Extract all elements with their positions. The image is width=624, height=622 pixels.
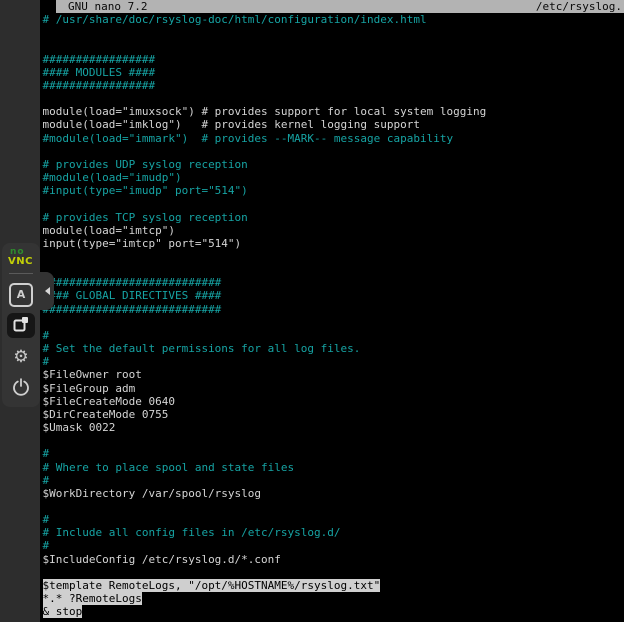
nano-app-title: GNU nano 7.2 <box>68 0 147 13</box>
editor-line: # Set the default permissions for all lo… <box>43 342 624 355</box>
editor-line: *.* ?RemoteLogs <box>43 592 624 605</box>
editor-line: # provides UDP syslog reception <box>43 158 624 171</box>
settings-gear-icon: ⚙ <box>13 349 28 366</box>
editor-line <box>43 500 624 513</box>
editor-line: module(load="imklog") # provides kernel … <box>43 118 624 131</box>
editor-line: # Where to place spool and state files <box>43 461 624 474</box>
editor-line: module(load="imtcp") <box>43 224 624 237</box>
editor-line: #input(type="imudp" port="514") <box>43 184 624 197</box>
power-button[interactable] <box>7 376 35 401</box>
clipboard-icon-letter: A <box>17 289 26 300</box>
fullscreen-button[interactable] <box>7 313 35 338</box>
novnc-control-bar: no VNC A ⚙ <box>2 243 40 407</box>
power-icon <box>11 377 31 400</box>
fullscreen-icon <box>12 315 30 336</box>
nano-file-path: /etc/rsyslog. <box>536 0 622 13</box>
editor-line: $FileCreateMode 0640 <box>43 395 624 408</box>
nano-titlebar: GNU nano 7.2 /etc/rsyslog. <box>56 0 624 13</box>
editor-line: # /usr/share/doc/rsyslog-doc/html/config… <box>43 13 624 26</box>
editor-line: $IncludeConfig /etc/rsyslog.d/*.conf <box>43 553 624 566</box>
editor-line: # provides TCP syslog reception <box>43 211 624 224</box>
editor-line <box>43 434 624 447</box>
editor-line: #### MODULES #### <box>43 66 624 79</box>
editor-line: $Umask 0022 <box>43 421 624 434</box>
collapse-left-icon <box>45 287 50 295</box>
editor-line: & stop <box>43 605 624 618</box>
clipboard-button[interactable]: A <box>7 282 35 307</box>
editor-line: ################# <box>43 79 624 92</box>
editor-line: # <box>43 539 624 552</box>
editor-line: #module(load="imudp") <box>43 171 624 184</box>
clipboard-icon: A <box>9 283 33 307</box>
editor-line: # <box>43 513 624 526</box>
editor-line: $FileOwner root <box>43 368 624 381</box>
editor-line <box>43 316 624 329</box>
novnc-logo-vnc: VNC <box>8 257 34 266</box>
editor-line: #module(load="immark") # provides --MARK… <box>43 132 624 145</box>
editor-content: # /usr/share/doc/rsyslog-doc/html/config… <box>43 13 624 618</box>
settings-button[interactable]: ⚙ <box>7 344 35 369</box>
editor-line: # Include all config files in /etc/rsysl… <box>43 526 624 539</box>
editor-line: module(load="imuxsock") # provides suppo… <box>43 105 624 118</box>
editor-line: # <box>43 329 624 342</box>
editor-line <box>43 40 624 53</box>
editor-line <box>43 197 624 210</box>
editor-line <box>43 250 624 263</box>
editor-line: $DirCreateMode 0755 <box>43 408 624 421</box>
editor-line: ########################### <box>43 303 624 316</box>
control-bar-handle[interactable] <box>40 272 54 310</box>
editor-line: ########################### <box>43 276 624 289</box>
terminal-screen[interactable]: GNU nano 7.2 /etc/rsyslog. # /usr/share/… <box>40 0 624 622</box>
novnc-logo: no VNC <box>8 248 34 266</box>
editor-line: # <box>43 474 624 487</box>
editor-line: input(type="imtcp" port="514") <box>43 237 624 250</box>
editor-line <box>43 26 624 39</box>
editor-line: # <box>43 355 624 368</box>
editor-line: $template RemoteLogs, "/opt/%HOSTNAME%/r… <box>43 579 624 592</box>
editor-line: # <box>43 447 624 460</box>
editor-line <box>43 92 624 105</box>
editor-line: #### GLOBAL DIRECTIVES #### <box>43 289 624 302</box>
editor-line <box>43 566 624 579</box>
editor-line <box>43 263 624 276</box>
panel-divider <box>9 273 33 274</box>
editor-line: $FileGroup adm <box>43 382 624 395</box>
editor-line: $WorkDirectory /var/spool/rsyslog <box>43 487 624 500</box>
editor-line <box>43 145 624 158</box>
editor-line: ################# <box>43 53 624 66</box>
